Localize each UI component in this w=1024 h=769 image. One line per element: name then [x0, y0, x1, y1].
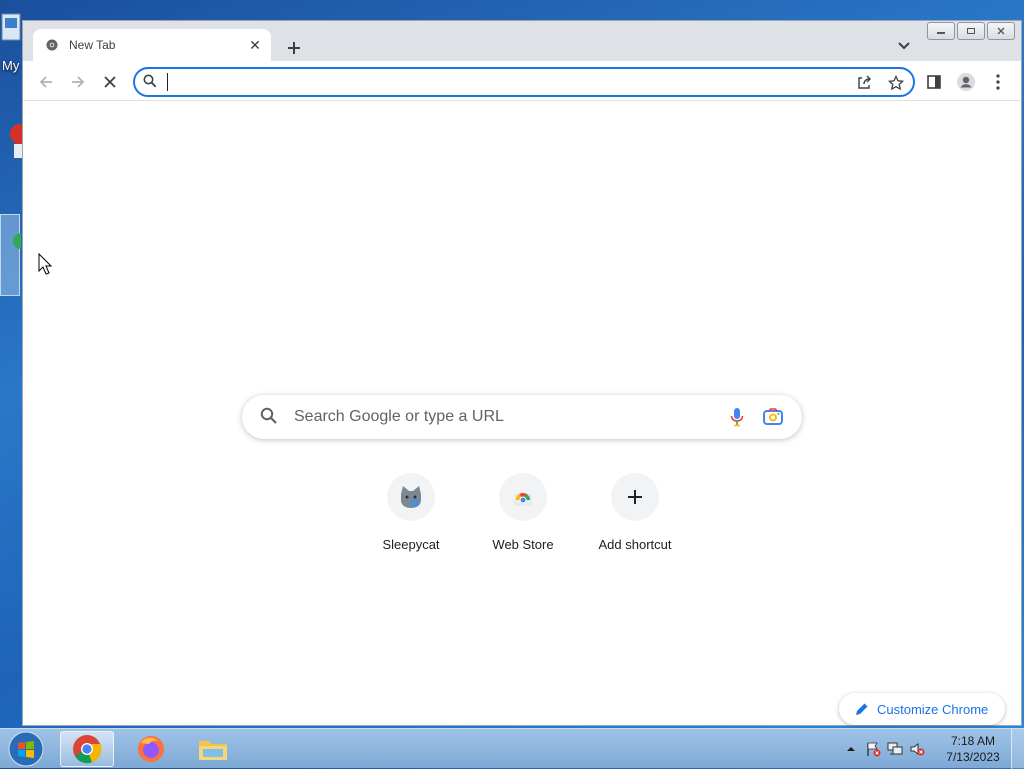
address-bar[interactable]: [133, 67, 915, 97]
shortcut-label: Sleepycat: [382, 537, 440, 552]
customize-chrome-button[interactable]: Customize Chrome: [839, 693, 1005, 725]
desktop-icon-selected[interactable]: [0, 214, 29, 296]
pencil-icon: [855, 702, 869, 716]
forward-button[interactable]: [65, 69, 91, 95]
web-store-icon: [499, 473, 547, 521]
shortcut-add[interactable]: Add shortcut: [579, 473, 691, 573]
browser-toolbar: [23, 61, 1021, 101]
ntp-search-placeholder: Search Google or type a URL: [294, 408, 504, 425]
plus-icon: [611, 473, 659, 521]
shortcut-web-store[interactable]: Web Store: [467, 473, 579, 573]
sleepycat-icon: [387, 473, 435, 521]
clock-date: 7/13/2023: [946, 750, 1000, 764]
desktop-icon-app[interactable]: [0, 122, 30, 167]
clock-time: 7:18 AM: [950, 734, 996, 748]
tab-strip: New Tab ✕: [23, 21, 1021, 61]
desktop-icon-label: My: [2, 58, 20, 73]
restore-button[interactable]: [957, 22, 985, 40]
system-tray: [840, 729, 928, 769]
more-menu-icon[interactable]: [985, 69, 1011, 95]
search-icon: [143, 74, 157, 93]
browser-window: New Tab ✕ Search Google or type a URL Sl…: [22, 20, 1022, 726]
voice-search-mic-icon[interactable]: [726, 406, 748, 428]
address-input[interactable]: [169, 72, 813, 94]
taskbar: 7:18 AM 7/13/2023: [0, 728, 1024, 769]
window-controls: [927, 22, 1015, 40]
new-tab-page: Search Google or type a URL Sleepycat We…: [23, 101, 1021, 725]
side-panel-icon[interactable]: [921, 69, 947, 95]
tab-title: New Tab: [69, 38, 116, 52]
ntp-search-box[interactable]: Search Google or type a URL: [242, 395, 802, 439]
taskbar-firefox[interactable]: [124, 731, 178, 767]
close-window-button[interactable]: [987, 22, 1015, 40]
share-icon[interactable]: [853, 72, 875, 94]
network-icon[interactable]: [884, 738, 906, 760]
tab-search-chevron-icon[interactable]: [893, 35, 915, 57]
chrome-favicon-icon: [45, 38, 59, 52]
taskbar-clock[interactable]: 7:18 AM 7/13/2023: [938, 733, 1008, 765]
start-button[interactable]: [6, 731, 46, 767]
tab-new-tab[interactable]: New Tab ✕: [33, 29, 271, 61]
shortcut-sleepycat[interactable]: Sleepycat: [355, 473, 467, 573]
new-tab-button[interactable]: [281, 35, 307, 61]
taskbar-file-explorer[interactable]: [186, 731, 240, 767]
shortcut-label: Add shortcut: [598, 537, 672, 552]
profile-avatar-icon[interactable]: [953, 69, 979, 95]
stop-loading-button[interactable]: [97, 69, 123, 95]
back-button[interactable]: [33, 69, 59, 95]
bookmark-star-icon[interactable]: [885, 72, 907, 94]
firefox-icon: [138, 736, 164, 762]
shortcut-label: Web Store: [492, 537, 554, 552]
chrome-icon: [73, 735, 102, 764]
action-center-flag-icon[interactable]: [862, 738, 884, 760]
mouse-cursor-icon: [38, 252, 53, 280]
volume-muted-icon[interactable]: [906, 738, 928, 760]
text-caret: [167, 73, 168, 91]
file-explorer-icon: [199, 741, 227, 760]
google-lens-camera-icon[interactable]: [762, 406, 784, 428]
minimize-button[interactable]: [927, 22, 955, 40]
customize-chrome-label: Customize Chrome: [877, 701, 989, 717]
taskbar-chrome[interactable]: [60, 731, 114, 767]
tab-close-icon[interactable]: ✕: [245, 35, 265, 55]
desktop-icon-computer[interactable]: [0, 12, 21, 57]
search-icon: [260, 407, 278, 430]
show-hidden-icons-icon[interactable]: [840, 738, 862, 760]
show-desktop-button[interactable]: [1011, 729, 1024, 769]
